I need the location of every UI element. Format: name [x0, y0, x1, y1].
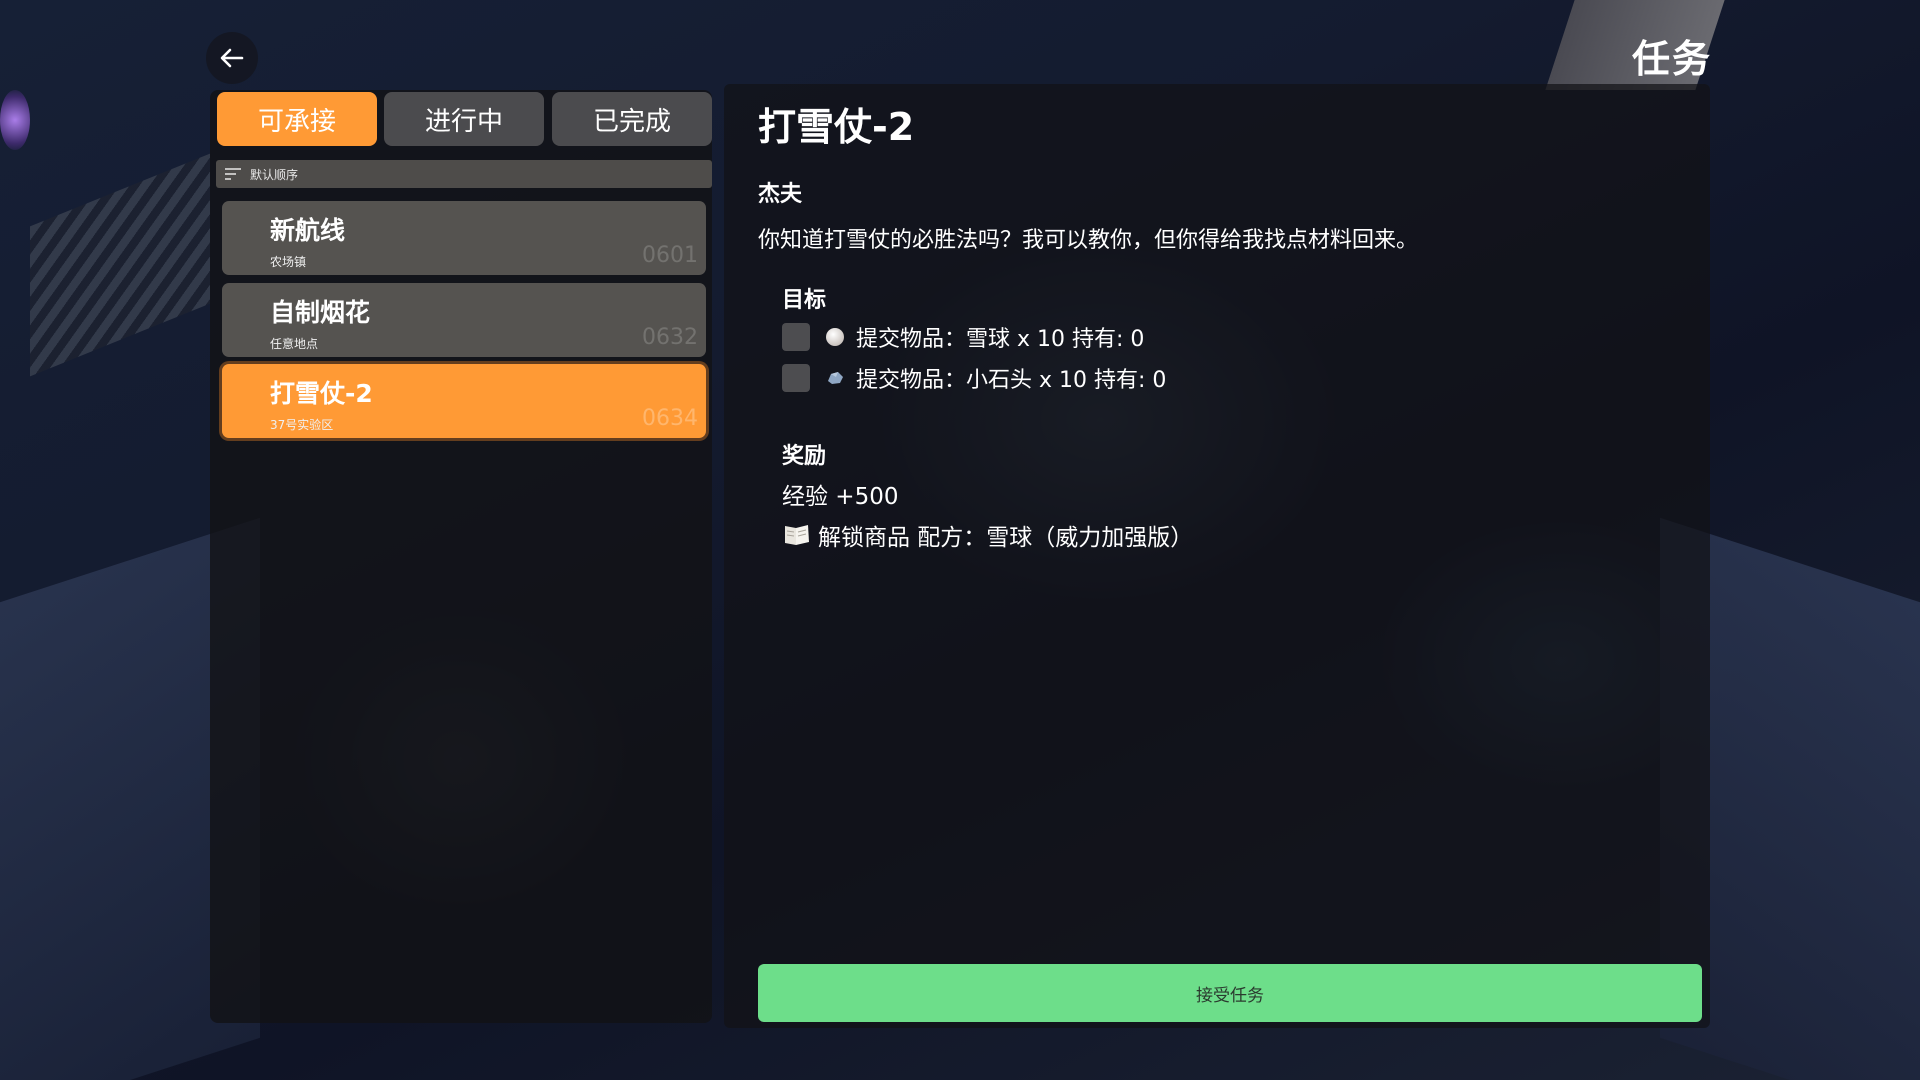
quest-location: 37号实验区	[270, 418, 334, 432]
reward-experience: 经验 +500	[782, 477, 898, 511]
quest-title: 自制烟花	[270, 298, 371, 327]
quest-location: 任意地点	[270, 337, 319, 351]
back-button[interactable]	[206, 32, 258, 84]
objective-row: 提交物品：小石头 x 10 持有: 0	[782, 362, 1166, 394]
recipe-book-icon	[785, 525, 809, 545]
objective-text: 提交物品：小石头 x 10 持有: 0	[856, 368, 1167, 393]
accept-quest-button[interactable]: 接受任务	[758, 964, 1702, 1022]
quest-id: 0632	[642, 325, 698, 350]
snowball-icon	[826, 328, 844, 346]
sort-label: 默认顺序	[250, 167, 299, 182]
background-glow	[0, 90, 30, 150]
reward-text: 解锁商品 配方：雪球（威力加强版）	[818, 525, 1194, 551]
rewards-heading: 奖励	[782, 444, 827, 469]
quest-detail-title: 打雪仗-2	[758, 105, 915, 149]
quest-id: 0634	[642, 406, 698, 431]
page-title: 任务	[1631, 37, 1712, 81]
objective-row: 提交物品：雪球 x 10 持有: 0	[782, 321, 1144, 353]
objectives-heading: 目标	[782, 288, 827, 313]
quest-list-item[interactable]: 自制烟花 任意地点 0632	[222, 283, 706, 357]
stone-icon	[828, 372, 843, 384]
sort-icon	[225, 168, 241, 180]
npc-name: 杰夫	[758, 182, 803, 207]
tab-available[interactable]: 可承接	[217, 92, 377, 146]
quest-location: 农场镇	[270, 255, 307, 269]
quest-list-item[interactable]: 新航线 农场镇 0601	[222, 201, 706, 275]
objective-checkbox[interactable]	[782, 364, 810, 392]
tab-in-progress[interactable]: 进行中	[384, 92, 544, 146]
quest-list-item-selected[interactable]: 打雪仗-2 37号实验区 0634	[222, 364, 706, 438]
reward-text: 经验 +500	[782, 484, 899, 510]
quest-id: 0601	[642, 243, 698, 268]
objective-checkbox[interactable]	[782, 323, 810, 351]
quest-title: 打雪仗-2	[270, 379, 373, 408]
sort-dropdown[interactable]: 默认顺序	[216, 160, 712, 188]
quest-dialogue: 你知道打雪仗的必胜法吗？我可以教你，但你得给我找点材料回来。	[758, 228, 1419, 253]
objective-text: 提交物品：雪球 x 10 持有: 0	[856, 327, 1145, 352]
tab-completed[interactable]: 已完成	[552, 92, 712, 146]
reward-unlock-recipe: 解锁商品 配方：雪球（威力加强版）	[782, 518, 1193, 552]
arrow-left-icon	[220, 48, 244, 68]
quest-title: 新航线	[270, 216, 346, 245]
